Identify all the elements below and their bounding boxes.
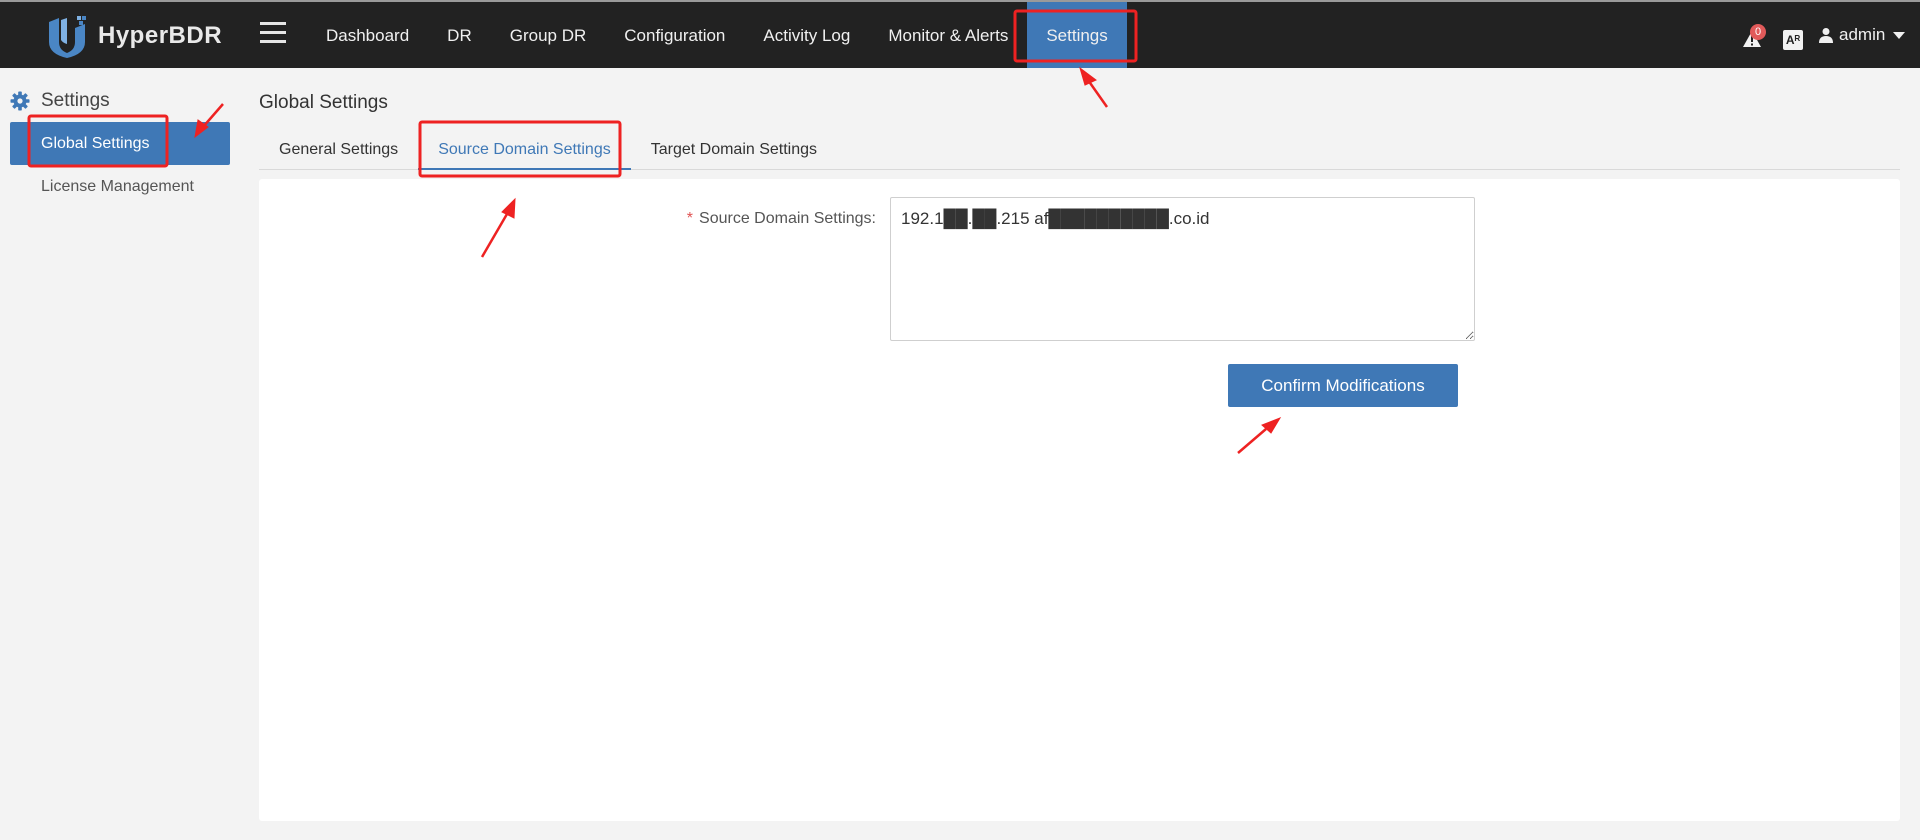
brand[interactable]: HyperBDR [46,14,222,58]
arrow-to-settings-nav [1079,66,1109,108]
settings-panel: * Source Domain Settings: 192.1██.██.215 … [259,179,1900,821]
user-name: admin [1839,25,1886,44]
page-title: Global Settings [259,92,388,113]
tab-general-settings[interactable]: General Settings [259,130,418,170]
sidebar-title: Settings [41,90,110,111]
nav-item-monitor-alerts[interactable]: Monitor & Alerts [869,2,1027,68]
top-navbar: HyperBDR Dashboard DR Group DR Configura… [0,0,1920,68]
nav-item-settings[interactable]: Settings [1027,2,1127,68]
user-menu[interactable]: admin [1819,2,1906,68]
brand-name: HyperBDR [98,22,223,49]
source-domain-label-text: Source Domain Settings: [699,210,876,227]
alert-count-badge: 0 [1750,24,1766,40]
shield-logo-icon [49,16,86,58]
settings-tabs: General Settings Source Domain Settings … [259,130,1900,170]
nav-item-activity-log[interactable]: Activity Log [744,2,869,68]
language-icon[interactable]: Aᴿ [1783,30,1803,50]
sidebar-item-global-settings[interactable]: Global Settings [10,122,230,165]
user-icon [1819,28,1833,43]
sidebar-header: Settings [10,90,110,112]
tab-target-domain-settings[interactable]: Target Domain Settings [631,130,837,170]
source-domain-label: * Source Domain Settings: [259,210,876,228]
confirm-modifications-button[interactable]: Confirm Modifications [1228,364,1458,407]
nav-item-dashboard[interactable]: Dashboard [307,2,428,68]
chevron-down-icon [1893,31,1906,39]
nav-item-group-dr[interactable]: Group DR [491,2,606,68]
nav-item-configuration[interactable]: Configuration [605,2,744,68]
source-domain-textarea[interactable]: 192.1██.██.215 af██████████.co.id [890,197,1475,341]
gear-icon [10,91,30,111]
nav-item-dr[interactable]: DR [428,2,491,68]
required-mark: * [686,210,694,227]
hamburger-icon[interactable] [260,22,286,46]
main-nav: Dashboard DR Group DR Configuration Acti… [307,2,1127,68]
sidebar-item-license-management[interactable]: License Management [10,165,230,208]
tab-source-domain-settings[interactable]: Source Domain Settings [418,130,631,170]
